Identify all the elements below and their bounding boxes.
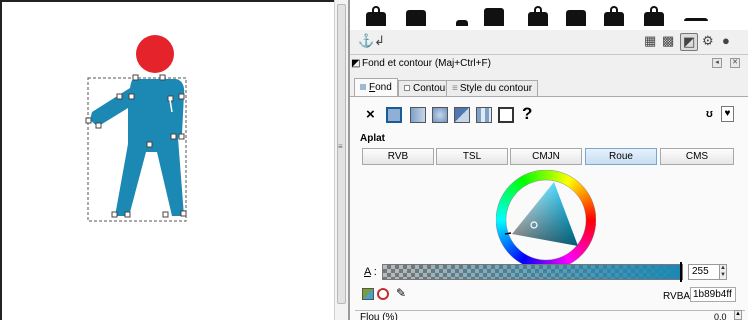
alpha-slider[interactable] [382,264,683,280]
guides-icon[interactable]: ▩ [662,33,674,49]
drawing-canvas[interactable] [0,0,334,320]
path-node[interactable] [146,141,153,148]
stroke-style-icon: ≡ [452,83,458,94]
node-snap-icon[interactable]: ↲ [374,33,385,49]
tab-fond-label: ond [375,82,392,93]
unset-paint-button[interactable]: ? [522,104,532,124]
scrollbar-thumb[interactable] [337,4,346,304]
tab-bar: Fond Contour ≡ Style du contour [350,78,748,96]
path-node[interactable] [111,211,118,218]
path-node[interactable] [159,74,166,81]
alpha-label: A : [364,266,377,278]
rgba-input[interactable]: 1b89b4ff [690,287,736,302]
tool-icon[interactable] [526,4,550,26]
grid-icon[interactable]: ▦ [644,33,656,49]
dialog-title-bar: ◩ Fond et contour (Maj+Ctrl+F) ◂ ✕ [350,54,748,72]
snap-icon[interactable]: ⚓ [358,33,374,49]
fill-stroke-dialog-icon[interactable]: ◩ [680,33,699,51]
linear-gradient-button[interactable] [410,107,426,123]
canvas-vertical-scrollbar[interactable]: ≡ [334,0,348,320]
dialog-menu-button[interactable]: ◂ [712,58,722,68]
eyedropper-icon[interactable]: ✎ [396,286,406,300]
paint-type-label: Aplat [360,133,385,144]
mode-rvb-button[interactable]: RVB [362,148,434,165]
path-node[interactable] [116,93,123,100]
flou-spinner[interactable]: ▲ [734,310,742,320]
alpha-slider-handle[interactable] [680,262,682,282]
tab-contour-label: Contour [413,83,449,94]
hue-marker[interactable] [504,232,512,235]
drawing-svg[interactable] [2,2,336,320]
radial-gradient-button[interactable] [432,107,448,123]
swatch-button[interactable] [498,107,514,123]
out-of-gamut-icon[interactable] [377,288,389,300]
mode-cms-button[interactable]: CMS [660,148,734,165]
color-wheel[interactable] [496,170,596,270]
dialog-title: Fond et contour (Maj+Ctrl+F) [362,58,491,69]
path-node[interactable] [124,211,131,218]
tool-icon[interactable] [684,4,708,26]
figure-head[interactable] [136,35,174,73]
flou-row [355,310,745,320]
path-node[interactable] [128,93,135,100]
color-managed-icon[interactable] [362,288,374,300]
path-node[interactable] [132,74,139,81]
path-node[interactable] [85,117,92,124]
flou-value[interactable]: 0.0 [714,312,727,320]
path-node[interactable] [162,211,169,218]
path-node[interactable] [95,122,102,129]
mode-cmjn-button[interactable]: CMJN [510,148,582,165]
flat-color-button[interactable] [386,107,402,123]
alpha-input[interactable]: 255 [688,264,720,280]
stroke-swatch-icon [404,85,410,91]
fill-stroke-icon: ◩ [351,58,361,69]
tab-style-label: Style du contour [459,83,533,94]
tool-icon[interactable] [450,4,474,26]
tool-strip [350,0,748,30]
tab-style-contour[interactable]: ≡ Style du contour [446,80,539,96]
tool-icon[interactable] [602,4,626,26]
mode-roue-button[interactable]: Roue [585,148,657,165]
tab-fond[interactable]: Fond [354,78,398,96]
tool-icon[interactable] [364,4,388,26]
tool-icon[interactable] [482,4,506,26]
fill-rule-evenodd-icon[interactable]: ʊ [706,108,713,120]
tool-icon[interactable] [642,4,666,26]
fill-swatch-icon [360,84,366,90]
fill-rule-nonzero-icon[interactable]: ♥ [721,106,734,122]
path-node[interactable] [178,93,185,100]
flou-label: Flou (%) [360,312,398,320]
tool-icon[interactable] [564,4,588,26]
pattern-button[interactable] [476,107,492,123]
path-node[interactable] [180,210,187,217]
path-node[interactable] [178,133,185,140]
tool-icon[interactable] [404,4,428,26]
alpha-spinner[interactable]: ▲ ▼ [719,264,727,280]
scrollbar-grip-icon: ≡ [338,142,343,151]
dialog-close-button[interactable]: ✕ [730,58,740,68]
path-node[interactable] [170,133,177,140]
circle-icon[interactable]: ● [722,33,730,49]
gear-icon[interactable]: ⚙ [702,33,714,49]
icon-row: ⚓ ↲ ▦ ▩ ◩ ⚙ ● [350,30,748,52]
mesh-gradient-button[interactable] [454,107,470,123]
no-paint-button[interactable]: × [366,106,375,123]
mode-tsl-button[interactable]: TSL [436,148,508,165]
